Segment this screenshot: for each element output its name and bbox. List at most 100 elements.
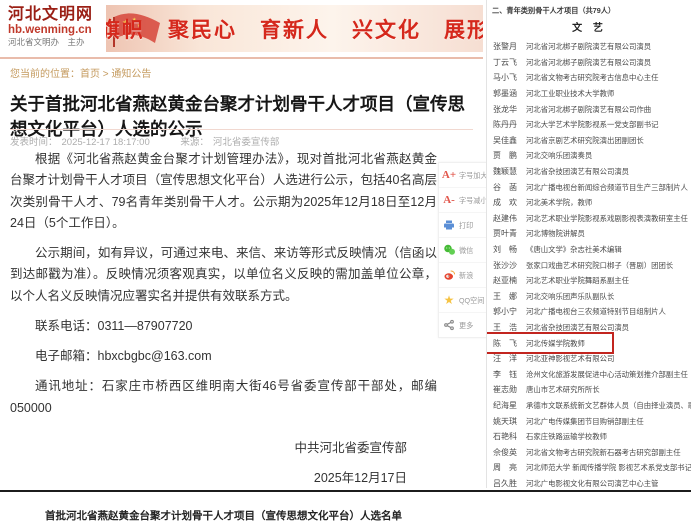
wechat-icon: [442, 244, 456, 256]
list-item-highlighted: 陈 飞河北传媒学院教师: [487, 335, 611, 351]
wechat-button[interactable]: 微信: [439, 238, 487, 263]
list-item: 成 欢河北美术学院，教师: [487, 195, 691, 211]
slogan-banner: ★ ★ ★ 举旗帜 聚民心 育新人 兴文化 展形象: [106, 5, 483, 52]
person-org: 河北交响乐团声乐队副队长: [526, 291, 614, 301]
person-name: 纪海星: [493, 400, 526, 411]
site-logo[interactable]: 河北文明网 hb.wenming.cn 河北省文明办 主办: [8, 6, 104, 48]
person-org: 沧州文化旅游发展促进中心活动策划推介部副主任: [526, 369, 688, 379]
person-name: 崔志勋: [493, 384, 526, 395]
person-org: 河北省京剧艺术研究院演出团副团长: [526, 135, 644, 145]
list-item: 陈丹丹河北大学艺术学院影视系一党支部副书记: [487, 117, 691, 133]
site-logo-title: 河北文明网: [8, 6, 104, 24]
signature: 中共河北省委宣传部: [10, 437, 437, 456]
person-name: 郭墨涵: [493, 88, 526, 99]
qzone-icon: ★: [442, 294, 456, 306]
list-item: 张龙华河北省河北梆子剧院演艺有限公司作曲: [487, 101, 691, 117]
person-org: 河北省河北梆子剧院演艺有限公司演员: [526, 57, 651, 67]
person-name: 陈 飞: [493, 338, 526, 349]
article-meta: 发表时间：2025-12-17 18:17:00 来源：河北省委宣传部: [10, 134, 283, 148]
list-item: 王 浩河北省杂技团演艺有限公司演员: [487, 320, 691, 336]
toolbar-item-label: 新浪: [459, 270, 473, 280]
person-name: 贾 鹏: [493, 150, 526, 161]
person-name: 周 亮: [493, 462, 526, 473]
list-item: 赵建伟河北艺术职业学院影视系戏剧影视表演教研室主任: [487, 211, 691, 227]
person-name: 贾叶青: [493, 228, 526, 239]
person-name: 汪 洋: [493, 353, 526, 364]
banner-slogan-text: 举旗帜 聚民心 育新人 兴文化 展形象: [106, 14, 483, 44]
breadcrumb-current-link[interactable]: 通知公告: [111, 69, 151, 80]
person-org: 河北省文物考古研究院新石器考古研究部副主任: [526, 447, 681, 457]
list-item: 佘俊英河北省文物考古研究院新石器考古研究部副主任: [487, 444, 691, 460]
person-name: 郭小宁: [493, 306, 526, 317]
person-org: 河北广播电视台三农频道特别节目组制片人: [526, 307, 666, 317]
weibo-button[interactable]: 新浪: [439, 263, 487, 288]
person-org: 石家庄铁路运输学校教师: [526, 432, 607, 442]
list-item: 贾 鹏河北交响乐团演奏员: [487, 148, 691, 164]
header-divider: [0, 57, 483, 59]
person-org: 河北师范大学 新闻传播学院 影视艺术系党支部书记: [526, 463, 691, 473]
person-name: 石艳科: [493, 431, 526, 442]
person-org: 河北交响乐团演奏员: [526, 151, 592, 161]
person-name: 姚天琪: [493, 416, 526, 427]
person-name: 魏颖慧: [493, 166, 526, 177]
person-name: 王 浩: [493, 322, 526, 333]
person-name: 成 欢: [493, 197, 526, 208]
publish-time-label: 发表时间：: [10, 137, 58, 148]
list-item: 贾叶青河北博物院讲解员: [487, 226, 691, 242]
person-org: 唐山市艺术研究所所长: [526, 385, 600, 395]
person-org: 承德市文联系统新文艺群体人员（自由择业演员、歌手）: [526, 400, 691, 410]
site-logo-subtitle: 河北省文明办 主办: [8, 38, 104, 47]
list-item: 张沙沙张家口戏曲艺术研究院口梆子（晋剧）团团长: [487, 257, 691, 273]
person-org: 河北艺术职业学院舞蹈系副主任: [526, 276, 629, 286]
list-item: 魏颖慧河北省杂技团演艺有限公司演员: [487, 164, 691, 180]
body-paragraph: 根据《河北省燕赵黄金台聚才计划管理办法》，现对首批河北省燕赵黄金台聚才计划骨干人…: [10, 149, 437, 234]
person-org: 河北省河北梆子剧院演艺有限公司作曲: [526, 104, 651, 114]
list-item: 谷 菡河北广播电视台新闻综合频道节目生产三部制片人: [487, 179, 691, 195]
font-decrease-icon: A-: [442, 194, 456, 206]
list-item: 崔志勋唐山市艺术研究所所长: [487, 382, 691, 398]
site-logo-domain: hb.wenming.cn: [8, 24, 104, 37]
toolbar-item-label: QQ空间: [459, 295, 484, 305]
person-org: 河北广电传媒集团节目购销部副主任: [526, 416, 644, 426]
share-toolbar: A+字号加大A-字号减小打印微信新浪★QQ空间更多: [438, 162, 488, 338]
share-more-button[interactable]: 更多: [439, 313, 487, 337]
qzone-button[interactable]: ★QQ空间: [439, 288, 487, 313]
person-name: 李 钰: [493, 369, 526, 380]
person-name: 佘俊英: [493, 447, 526, 458]
list-item: 周 亮河北师范大学 新闻传播学院 影视艺术系党支部书记: [487, 460, 691, 476]
person-org: 《唐山文学》杂志社美术编辑: [526, 244, 622, 254]
list-item: 姚天琪河北广电传媒集团节目购销部副主任: [487, 413, 691, 429]
list-item: 张警月河北省河北梆子剧院演艺有限公司演员: [487, 39, 691, 55]
body-paragraph: 公示期间，如有异议，可通过来电、来信、来访等形式反映情况（信函以到达邮戳为准）。…: [10, 243, 437, 307]
person-org: 河北艺术职业学院影视系戏剧影视表演教研室主任: [526, 213, 688, 223]
person-org: 河北广播电视台新闻综合频道节目生产三部制片人: [526, 182, 688, 192]
list-item: 赵亚楠河北艺术职业学院舞蹈系副主任: [487, 273, 691, 289]
breadcrumb-separator: >: [103, 69, 109, 80]
list-item: 吕久胜河北广电影视文化有限公司演艺中心主管: [487, 476, 691, 488]
font-decrease-button[interactable]: A-字号减小: [439, 188, 487, 213]
print-icon: [442, 219, 456, 231]
font-increase-button[interactable]: A+字号加大: [439, 163, 487, 188]
print-button[interactable]: 打印: [439, 213, 487, 238]
toolbar-item-label: 打印: [459, 220, 473, 230]
person-name: 丁云飞: [493, 57, 526, 68]
roster-title: 首批河北省燕赵黄金台聚才计划骨干人才项目（宣传思想文化平台）人选名单: [10, 508, 437, 523]
list-item: 纪海星承德市文联系统新文艺群体人员（自由择业演员、歌手）: [487, 398, 691, 414]
person-name: 赵亚楠: [493, 275, 526, 286]
person-name: 谷 菡: [493, 182, 526, 193]
person-org: 河北广电影视文化有限公司演艺中心主管: [526, 478, 658, 488]
list-item: 李 钰沧州文化旅游发展促进中心活动策划推介部副主任: [487, 366, 691, 382]
person-org: 河北省文物考古研究院考古信息中心主任: [526, 73, 658, 83]
person-org: 河北省杂技团演艺有限公司演员: [526, 166, 629, 176]
person-name: 吴佳鑫: [493, 135, 526, 146]
person-org: 河北博物院讲解员: [526, 229, 585, 239]
list-item: 吴佳鑫河北省京剧艺术研究院演出团副团长: [487, 133, 691, 149]
list-item: 郭小宁河北广播电视台三农频道特别节目组制片人: [487, 304, 691, 320]
person-name: 张沙沙: [493, 260, 526, 271]
breadcrumb-home-link[interactable]: 首页: [80, 69, 100, 80]
person-name: 刘 畅: [493, 244, 526, 255]
toolbar-item-label: 字号减小: [459, 195, 488, 205]
roster-people-list: 张警月河北省河北梆子剧院演艺有限公司演员丁云飞河北省河北梆子剧院演艺有限公司演员…: [487, 39, 691, 488]
person-org: 张家口戏曲艺术研究院口梆子（晋剧）团团长: [526, 260, 673, 270]
contact-address-line: 通讯地址：石家庄市桥西区维明南大街46号省委宣传部干部处，邮编050000: [10, 376, 437, 419]
